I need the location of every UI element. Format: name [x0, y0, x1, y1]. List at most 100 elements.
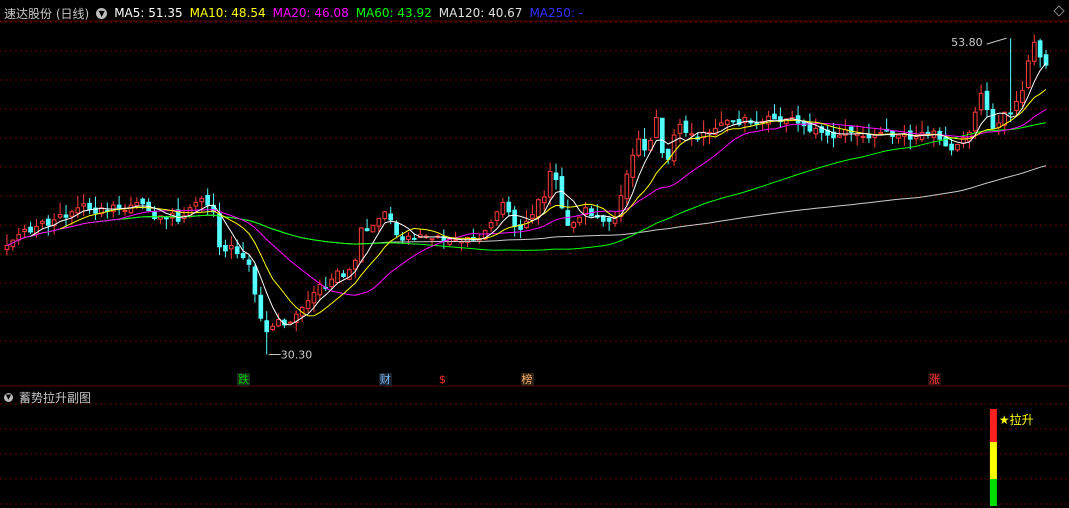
- candle-down: [600, 215, 606, 222]
- candle-up: [276, 319, 281, 327]
- candle-up: [429, 238, 435, 241]
- event-tag-dollar[interactable]: $: [437, 373, 447, 386]
- candle-down: [512, 209, 518, 228]
- candle-up: [624, 173, 630, 200]
- candle-up: [571, 222, 577, 229]
- candle-up: [541, 196, 547, 204]
- candle-down: [553, 172, 559, 181]
- signal-bar-green: [989, 479, 997, 506]
- candle-up: [1014, 100, 1019, 111]
- candle-up: [500, 201, 506, 215]
- candle-up: [453, 239, 458, 242]
- candle-down: [730, 120, 736, 123]
- candle-down: [63, 214, 69, 218]
- ma250-label: MA250: -: [529, 6, 584, 20]
- candle-up: [311, 292, 317, 304]
- candle-up: [75, 207, 81, 214]
- candle-down: [152, 211, 157, 220]
- candle-down: [642, 138, 647, 151]
- candle-up: [69, 211, 75, 217]
- chevron-down-icon[interactable]: ▼: [96, 7, 108, 19]
- event-tag-zhang[interactable]: 涨: [927, 373, 941, 386]
- ma20-line: [6, 109, 1047, 296]
- sub-panel-title: 蓄势拉升副图: [19, 391, 92, 405]
- candle-up: [128, 204, 134, 214]
- candle-down: [411, 237, 417, 240]
- candle-up: [488, 222, 494, 229]
- chart-header: 速达股份 (日线) ▼ MA5: 51.35 MA10: 48.54 MA20:…: [4, 4, 590, 22]
- candle-down: [606, 217, 612, 222]
- candle-up: [288, 321, 293, 324]
- ma5-label: MA5: 51.35: [114, 6, 183, 20]
- signal-bar-red: [989, 409, 997, 442]
- candle-up: [547, 170, 553, 198]
- candle-down: [217, 213, 222, 248]
- ma60-label: MA60: 43.92: [355, 6, 432, 20]
- candle-down: [45, 218, 51, 226]
- candle-down: [364, 228, 370, 232]
- candle-up: [1026, 60, 1031, 88]
- ma10-label: MA10: 48.54: [189, 6, 266, 20]
- stock-title: 速达股份 (日线): [4, 6, 90, 21]
- candle-down: [949, 143, 954, 151]
- candle-up: [955, 144, 960, 151]
- sub-panel-header: ▼ 蓄势拉升副图: [4, 389, 91, 406]
- candle-down: [246, 259, 252, 265]
- candle-up: [913, 135, 919, 140]
- candle-down: [990, 109, 996, 129]
- candle-down: [116, 204, 122, 209]
- candle-down: [205, 194, 211, 206]
- candle-up: [1031, 41, 1037, 62]
- candlestick-chart[interactable]: 53.80 30.30 ★拉升: [0, 0, 1069, 508]
- candle-up: [860, 135, 866, 138]
- candle-up: [40, 220, 45, 224]
- event-tag-cai[interactable]: 财: [378, 373, 392, 386]
- candle-down: [394, 222, 399, 236]
- candle-up: [305, 300, 311, 310]
- candle-up: [4, 244, 10, 251]
- candle-up: [671, 134, 677, 162]
- candle-down: [866, 134, 872, 139]
- candle-down: [234, 246, 240, 255]
- high-pointer: [986, 37, 1007, 45]
- candle-up: [270, 325, 275, 331]
- signal-label: ★拉升: [999, 412, 1034, 427]
- candle-up: [689, 133, 695, 136]
- candle-up: [630, 154, 636, 178]
- candle-up: [878, 131, 884, 134]
- candle-up: [199, 197, 205, 203]
- candle-down: [87, 202, 92, 210]
- candle-up: [228, 244, 234, 250]
- candle-up: [358, 227, 364, 263]
- candle-down: [258, 294, 264, 319]
- candle-down: [1008, 112, 1013, 115]
- candle-up: [813, 127, 819, 135]
- candle-down: [772, 113, 777, 120]
- candle-up: [972, 111, 978, 132]
- ma120-line: [95, 165, 1047, 245]
- candle-up: [719, 122, 724, 126]
- candle-down: [240, 252, 246, 259]
- low-price-label: 30.30: [281, 349, 313, 362]
- candle-up: [317, 284, 323, 296]
- signal-bar-yellow: [989, 442, 997, 479]
- event-tag-die[interactable]: 跌: [237, 373, 251, 386]
- ma5-line: [30, 62, 1047, 326]
- event-tag-bang[interactable]: 榜: [520, 373, 534, 386]
- candle-down: [400, 236, 405, 241]
- candle-up: [193, 201, 199, 207]
- candle-up: [896, 134, 901, 139]
- candle-down: [341, 273, 346, 277]
- candle-up: [577, 216, 582, 224]
- chevron-down-icon[interactable]: ▼: [4, 393, 13, 402]
- candle-up: [57, 214, 63, 218]
- candle-up: [352, 259, 358, 270]
- candle-up: [329, 278, 334, 287]
- candle-up: [122, 209, 128, 212]
- candle-down: [264, 320, 270, 333]
- candle-up: [677, 123, 683, 134]
- candle-up: [335, 270, 340, 283]
- candle-up: [535, 199, 541, 218]
- high-price-label: 53.80: [951, 36, 983, 49]
- candle-up: [837, 134, 842, 138]
